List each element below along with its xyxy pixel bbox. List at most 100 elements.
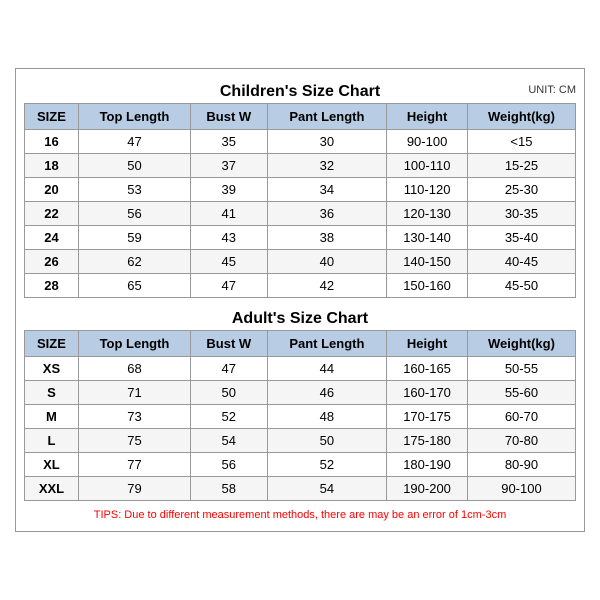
table-row: 22564136120-13030-35 xyxy=(25,202,576,226)
table-cell: 20 xyxy=(25,178,79,202)
table-cell: 32 xyxy=(267,154,387,178)
table-cell: 35-40 xyxy=(467,226,575,250)
table-cell: 40-45 xyxy=(467,250,575,274)
col-header-height-children: Height xyxy=(387,104,468,130)
table-cell: 90-100 xyxy=(387,130,468,154)
table-cell: 68 xyxy=(78,357,190,381)
table-row: S715046160-17055-60 xyxy=(25,381,576,405)
unit-label: UNIT: CM xyxy=(528,84,576,96)
children-table-body: 1647353090-100<1518503732100-11015-25205… xyxy=(25,130,576,298)
table-cell: L xyxy=(25,429,79,453)
table-cell: 50 xyxy=(78,154,190,178)
table-cell: XL xyxy=(25,453,79,477)
table-cell: 37 xyxy=(191,154,268,178)
table-row: 20533934110-12025-30 xyxy=(25,178,576,202)
table-cell: 52 xyxy=(267,453,387,477)
table-cell: 38 xyxy=(267,226,387,250)
table-cell: 43 xyxy=(191,226,268,250)
table-cell: 34 xyxy=(267,178,387,202)
table-row: XS684744160-16550-55 xyxy=(25,357,576,381)
table-cell: 160-170 xyxy=(387,381,468,405)
tips-text: TIPS: Due to different measurement metho… xyxy=(24,507,576,523)
table-cell: 40 xyxy=(267,250,387,274)
col-header-bust-w-adults: Bust W xyxy=(191,331,268,357)
table-cell: 180-190 xyxy=(387,453,468,477)
table-row: 1647353090-100<15 xyxy=(25,130,576,154)
children-title-text: Children's Size Chart xyxy=(220,83,380,100)
table-cell: 48 xyxy=(267,405,387,429)
table-cell: 28 xyxy=(25,274,79,298)
children-header-row: SIZE Top Length Bust W Pant Length Heigh… xyxy=(25,104,576,130)
table-cell: <15 xyxy=(467,130,575,154)
table-cell: 58 xyxy=(191,477,268,501)
table-cell: 190-200 xyxy=(387,477,468,501)
table-cell: 16 xyxy=(25,130,79,154)
children-size-table: SIZE Top Length Bust W Pant Length Heigh… xyxy=(24,103,576,298)
table-cell: 170-175 xyxy=(387,405,468,429)
table-cell: 79 xyxy=(78,477,190,501)
table-cell: M xyxy=(25,405,79,429)
adults-title-text: Adult's Size Chart xyxy=(232,310,368,327)
table-cell: 52 xyxy=(191,405,268,429)
table-cell: 62 xyxy=(78,250,190,274)
table-cell: 15-25 xyxy=(467,154,575,178)
table-cell: 65 xyxy=(78,274,190,298)
table-cell: 54 xyxy=(267,477,387,501)
adults-size-table: SIZE Top Length Bust W Pant Length Heigh… xyxy=(24,330,576,501)
adults-section-title: Adult's Size Chart xyxy=(24,304,576,330)
table-cell: 100-110 xyxy=(387,154,468,178)
col-header-pant-length-children: Pant Length xyxy=(267,104,387,130)
table-cell: 175-180 xyxy=(387,429,468,453)
table-cell: 26 xyxy=(25,250,79,274)
table-row: L755450175-18070-80 xyxy=(25,429,576,453)
table-cell: 50 xyxy=(267,429,387,453)
table-cell: 36 xyxy=(267,202,387,226)
table-row: 18503732100-11015-25 xyxy=(25,154,576,178)
size-chart-container: Children's Size Chart UNIT: CM SIZE Top … xyxy=(15,68,585,532)
table-cell: 120-130 xyxy=(387,202,468,226)
table-row: XXL795854190-20090-100 xyxy=(25,477,576,501)
table-cell: 59 xyxy=(78,226,190,250)
table-cell: 71 xyxy=(78,381,190,405)
table-cell: 70-80 xyxy=(467,429,575,453)
table-cell: 75 xyxy=(78,429,190,453)
table-cell: 39 xyxy=(191,178,268,202)
table-cell: XXL xyxy=(25,477,79,501)
table-cell: 110-120 xyxy=(387,178,468,202)
table-cell: 77 xyxy=(78,453,190,477)
table-cell: 45-50 xyxy=(467,274,575,298)
col-header-top-length-adults: Top Length xyxy=(78,331,190,357)
table-cell: 42 xyxy=(267,274,387,298)
table-cell: 53 xyxy=(78,178,190,202)
table-row: XL775652180-19080-90 xyxy=(25,453,576,477)
table-cell: 60-70 xyxy=(467,405,575,429)
col-header-size-children: SIZE xyxy=(25,104,79,130)
table-cell: 30-35 xyxy=(467,202,575,226)
table-cell: 22 xyxy=(25,202,79,226)
table-cell: 18 xyxy=(25,154,79,178)
col-header-size-adults: SIZE xyxy=(25,331,79,357)
table-cell: S xyxy=(25,381,79,405)
table-cell: 160-165 xyxy=(387,357,468,381)
table-cell: 41 xyxy=(191,202,268,226)
table-cell: 73 xyxy=(78,405,190,429)
table-cell: 47 xyxy=(78,130,190,154)
table-cell: 130-140 xyxy=(387,226,468,250)
table-cell: 35 xyxy=(191,130,268,154)
table-cell: 47 xyxy=(191,274,268,298)
col-header-height-adults: Height xyxy=(387,331,468,357)
col-header-weight-adults: Weight(kg) xyxy=(467,331,575,357)
table-cell: 30 xyxy=(267,130,387,154)
col-header-top-length-children: Top Length xyxy=(78,104,190,130)
col-header-weight-children: Weight(kg) xyxy=(467,104,575,130)
table-cell: 46 xyxy=(267,381,387,405)
table-cell: 90-100 xyxy=(467,477,575,501)
adults-header-row: SIZE Top Length Bust W Pant Length Heigh… xyxy=(25,331,576,357)
table-cell: 44 xyxy=(267,357,387,381)
table-cell: 50-55 xyxy=(467,357,575,381)
adults-table-body: XS684744160-16550-55S715046160-17055-60M… xyxy=(25,357,576,501)
table-cell: 56 xyxy=(78,202,190,226)
col-header-bust-w-children: Bust W xyxy=(191,104,268,130)
table-cell: 80-90 xyxy=(467,453,575,477)
table-cell: 140-150 xyxy=(387,250,468,274)
